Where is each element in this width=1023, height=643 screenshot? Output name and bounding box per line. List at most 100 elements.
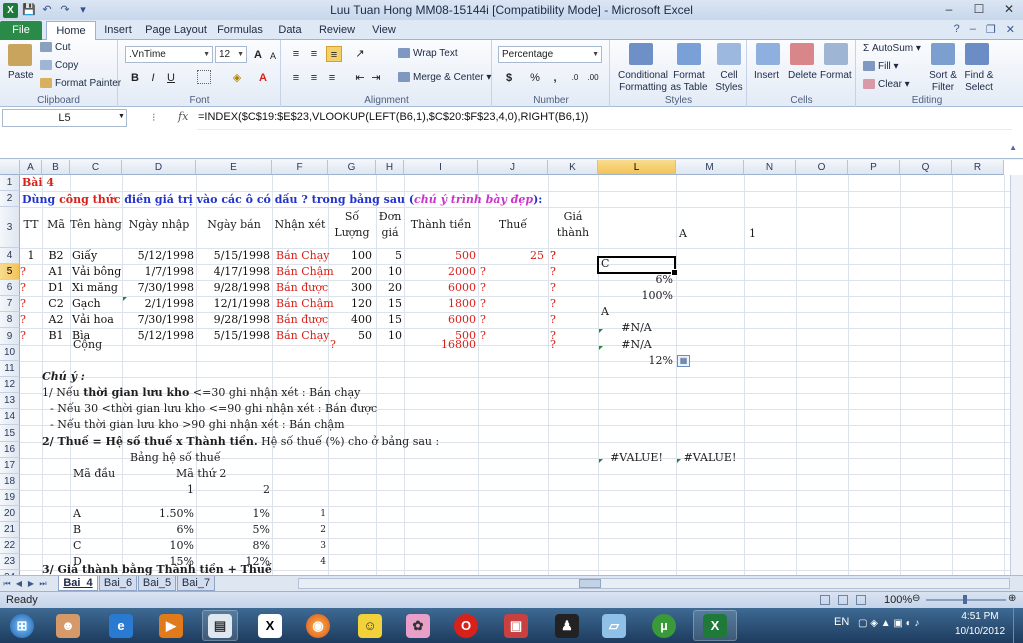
cell-tax-table-title[interactable]: Bảng hệ số thuế [130, 451, 221, 465]
cell-note-tax[interactable]: 2/ Thuế = Hệ số thuế x Thành tiền. Hệ số… [42, 435, 439, 449]
cell-index[interactable]: 3 [272, 539, 326, 553]
expand-formula-icon[interactable]: ▲ [1009, 143, 1017, 152]
row-header-16[interactable]: 16 [0, 442, 20, 458]
zoom-in-icon[interactable]: ⊕ [1008, 593, 1016, 604]
table-cell-ban[interactable]: 9/28/1998 [196, 281, 270, 295]
cell-index[interactable]: 4 [272, 555, 326, 569]
column-header-d[interactable]: D [122, 160, 196, 175]
start-button[interactable]: ⊞ [2, 610, 42, 641]
table-cell-dg[interactable]: 15 [376, 313, 402, 327]
table-cell-nhap[interactable]: 7/30/1998 [122, 281, 194, 295]
cell-L8[interactable]: A [601, 305, 609, 319]
row-header-7[interactable]: 7 [0, 296, 20, 312]
row-header-22[interactable]: 22 [0, 538, 20, 554]
underline-button[interactable]: U [163, 70, 179, 86]
conditional-formatting-button[interactable]: Conditional Formatting [613, 70, 673, 94]
insert-function-button[interactable]: fx [178, 110, 188, 123]
redo-icon[interactable]: ↷ [58, 3, 72, 17]
table-cell-ban[interactable]: 5/15/1998 [196, 249, 270, 263]
row-header-8[interactable]: 8 [0, 312, 20, 328]
row-header-19[interactable]: 19 [0, 490, 20, 506]
taskbar-yahoo[interactable]: ☺ [352, 610, 388, 641]
page-break-view-icon[interactable] [856, 595, 866, 605]
column-header-m[interactable]: M [676, 160, 744, 175]
table-cell-k[interactable]: ? [550, 297, 570, 311]
cell-title[interactable]: Bài 4 [22, 176, 54, 190]
sheet-tab-bai-5[interactable]: Bai_5 [138, 576, 176, 591]
table-cell-nx[interactable]: Bán Chạy [276, 249, 336, 263]
zoom-out-icon[interactable]: ⊖ [912, 593, 920, 604]
align-left-icon[interactable]: ≡ [288, 70, 304, 86]
table-cell-tien[interactable]: 6000 [404, 281, 476, 295]
align-bottom-icon[interactable]: ≡ [326, 46, 342, 62]
table-cell-tien[interactable]: 6000 [404, 313, 476, 327]
table-cell-ten[interactable]: Xi măng [72, 281, 122, 295]
format-button[interactable]: Format [820, 70, 852, 82]
find-select-button[interactable]: Find & Select [961, 70, 997, 94]
table-cell-ma[interactable]: D1 [42, 281, 70, 295]
italic-button[interactable]: I [145, 70, 161, 86]
row-header-13[interactable]: 13 [0, 393, 20, 409]
cell-styles-button[interactable]: Cell Styles [711, 70, 747, 94]
cell-note-head[interactable]: Chú ý : [42, 370, 85, 384]
column-header-l[interactable]: L [598, 160, 676, 175]
taskbar-firefox[interactable]: ◉ [300, 610, 336, 641]
cell-cong[interactable]: Cộng [73, 338, 102, 352]
table-cell-dg[interactable]: 5 [376, 249, 402, 263]
table-cell-sl[interactable]: 300 [328, 281, 372, 295]
column-header-j[interactable]: J [478, 160, 548, 175]
row-header-21[interactable]: 21 [0, 522, 20, 538]
table-cell-ban[interactable]: 9/28/1998 [196, 313, 270, 327]
first-sheet-icon[interactable]: ⏮ [2, 577, 12, 590]
workbook-close-icon[interactable]: ✕ [1006, 23, 1015, 36]
table-cell-ma[interactable]: A2 [42, 313, 70, 327]
table-cell-tien[interactable]: 1800 [404, 297, 476, 311]
decrease-indent-icon[interactable]: ⇤ [352, 70, 368, 86]
table-cell-nx[interactable]: Bán Chậm [276, 265, 336, 279]
cell-total-k[interactable]: ? [550, 338, 556, 352]
cell-col-1[interactable]: 1 [122, 483, 194, 497]
taskbar-game[interactable]: ✿ [400, 610, 436, 641]
conditional-formatting-icon[interactable] [629, 43, 653, 65]
copy-button[interactable]: Copy [40, 60, 78, 72]
column-header-k[interactable]: K [548, 160, 598, 175]
table-cell-ten[interactable]: Vải hoa [72, 313, 122, 327]
decrease-decimal-icon[interactable]: .00 [585, 70, 601, 86]
tab-home[interactable]: Home [46, 21, 96, 40]
cell-L7[interactable]: 100% [598, 289, 673, 303]
cell-rate-1[interactable]: 1.50% [122, 507, 194, 521]
table-cell-ban[interactable]: 12/1/1998 [196, 297, 270, 311]
sheet-tab-bai-7[interactable]: Bai_7 [177, 576, 215, 591]
maximize-button[interactable]: ☐ [971, 2, 987, 16]
clock-time[interactable]: 4:51 PM [960, 611, 1000, 622]
binoculars-icon[interactable] [965, 43, 989, 65]
table-cell-ban[interactable]: 5/15/1998 [196, 329, 270, 343]
table-cell-tt[interactable]: 1 [20, 249, 42, 263]
taskbar-app[interactable]: ☻ [50, 610, 86, 641]
table-cell-j[interactable]: ? [480, 265, 500, 279]
taskbar-utorrent[interactable]: µ [646, 610, 682, 641]
row-header-5[interactable]: 5 [0, 264, 20, 280]
table-cell-nhap[interactable]: 7/30/1998 [122, 313, 194, 327]
column-header-p[interactable]: P [848, 160, 900, 175]
paste-icon[interactable] [8, 44, 32, 66]
column-header-a[interactable]: A [20, 160, 42, 175]
close-button[interactable]: ✕ [1001, 2, 1017, 16]
header-ten-hang[interactable]: Tên hàng [70, 218, 122, 232]
table-cell-ban[interactable]: 4/17/1998 [196, 265, 270, 279]
table-cell-tien[interactable]: 500 [404, 249, 476, 263]
cell-note-3[interactable]: - Nếu thời gian lưu kho >90 ghi nhận xét… [50, 418, 345, 432]
cell-N3[interactable]: 1 [749, 227, 756, 241]
taskbar-explorer[interactable]: ▤ [202, 610, 238, 641]
cell-L17[interactable]: #VALUE! [598, 451, 675, 465]
font-name-select[interactable]: .VnTime ▼ [125, 46, 213, 63]
horizontal-scrollbar[interactable] [298, 578, 1010, 589]
select-all-corner[interactable] [0, 160, 20, 175]
cell-instruction[interactable]: Dùng công thức điền giá trị vào các ô có… [22, 193, 542, 207]
spreadsheet-grid[interactable]: ABCDEFGHIJKLMNOPQR 1 2 3 4 5 6 7 8 9 10 11 12 13 14 15… [0, 160, 1023, 575]
row-header-12[interactable]: 12 [0, 377, 20, 393]
sheet-tab-bai-6[interactable]: Bai_6 [99, 576, 137, 591]
table-cell-tien[interactable]: 2000 [404, 265, 476, 279]
cell-styles-icon[interactable] [717, 43, 741, 65]
insert-button[interactable]: Insert [754, 70, 779, 82]
